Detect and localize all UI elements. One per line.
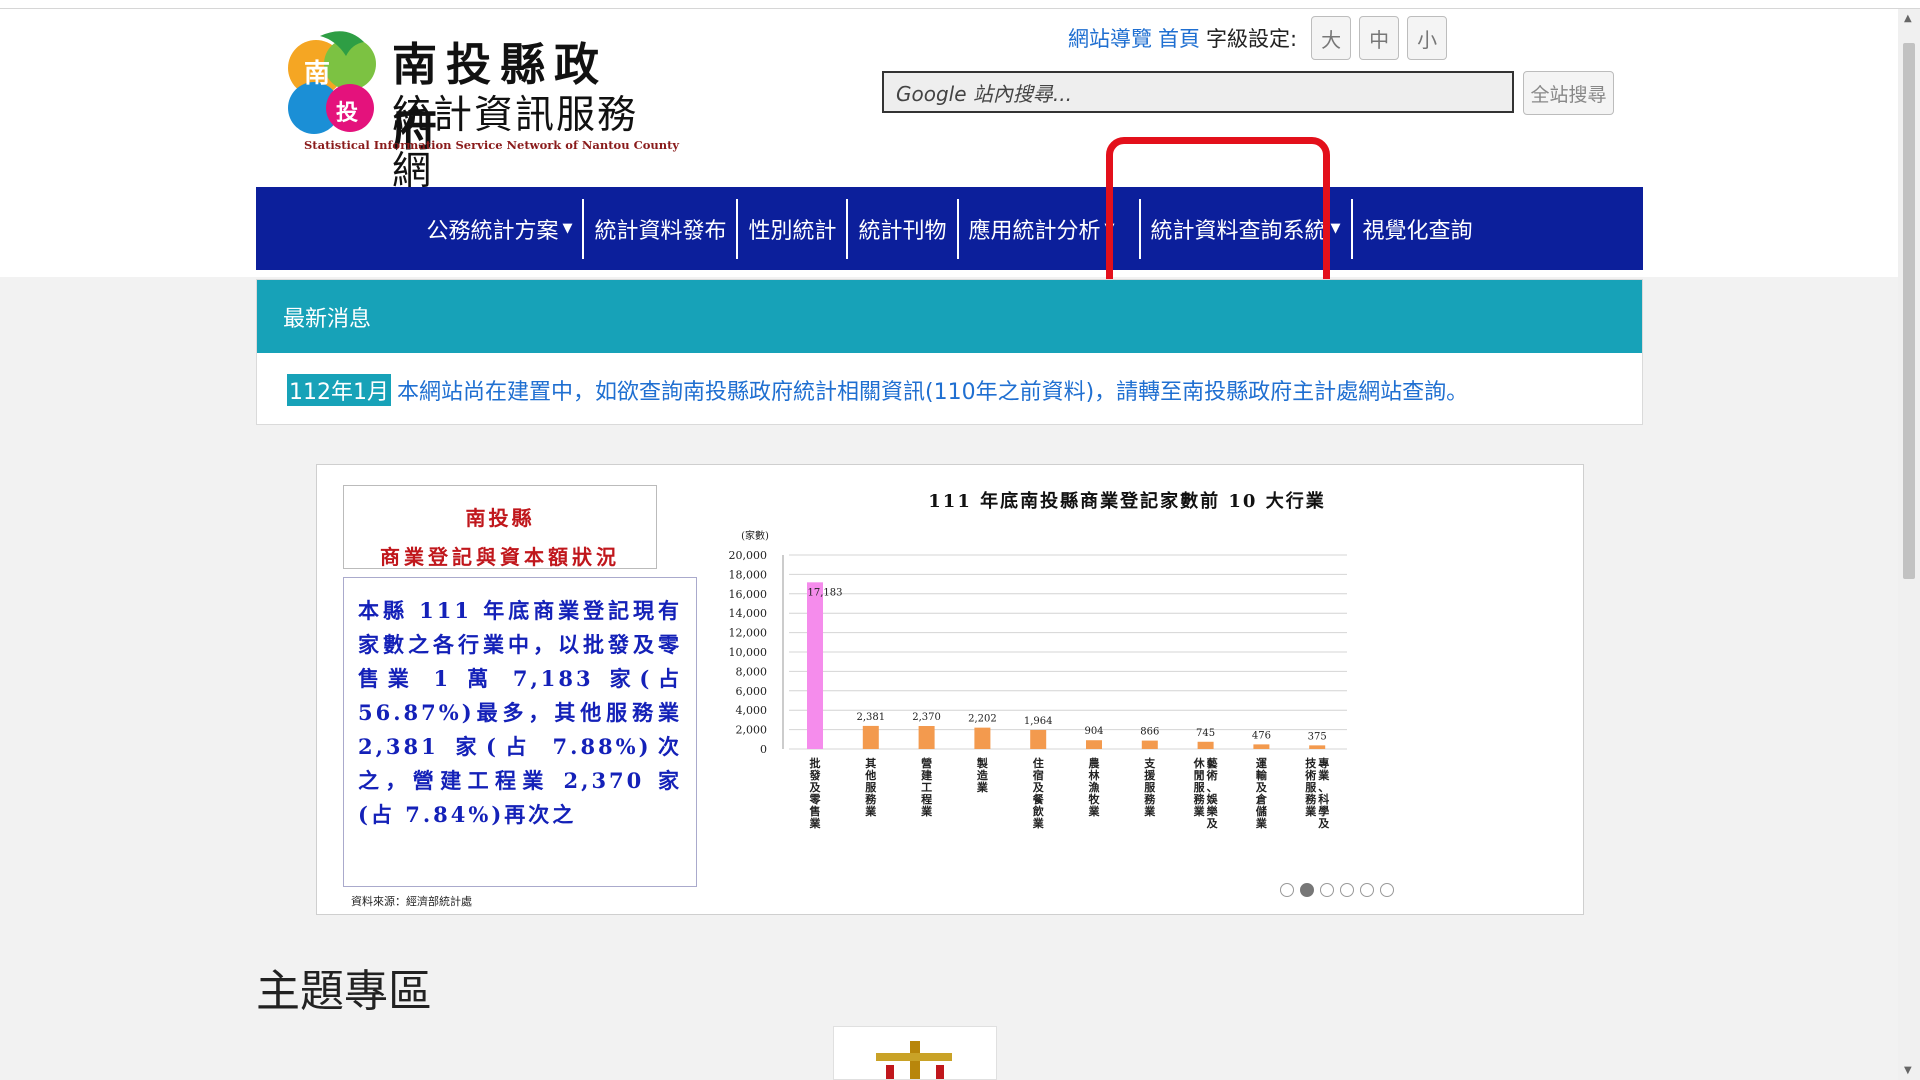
chart-bar — [1253, 744, 1270, 749]
bar-value-label: 2,370 — [912, 712, 941, 723]
nantou-emblem-icon: 南 投 — [288, 31, 376, 134]
news-link[interactable]: 本網站尚在建置中，如欲查詢南投縣政府統計相關資訊(110年之前資料)，請轉至南投… — [397, 374, 1468, 406]
chart-title: 111 年底南投縣商業登記家數前 10 大行業 — [928, 490, 1325, 512]
news-heading: 最新消息 — [257, 280, 1642, 353]
caret-down-icon: ▼ — [562, 221, 573, 236]
carousel-dot[interactable] — [1280, 883, 1294, 897]
nav-label: 視覺化查詢 — [1362, 218, 1473, 244]
nav-item-publications[interactable]: 統計刊物 — [848, 199, 956, 259]
x-tick-label: 農林漁牧業 — [1088, 756, 1101, 818]
bar-value-label: 904 — [1084, 726, 1103, 737]
y-tick-label: 8,000 — [736, 665, 768, 678]
carousel-dot[interactable] — [1320, 883, 1334, 897]
y-tick-label: 4,000 — [736, 704, 768, 717]
home-link[interactable]: 首頁 — [1158, 23, 1200, 53]
nav-label: 公務統計方案 — [426, 218, 559, 244]
nav-label: 統計資料發布 — [594, 218, 727, 244]
font-size-small-button[interactable]: 小 — [1407, 16, 1448, 60]
site-logo[interactable]: 南 投 南投縣政府 統計資訊服務網 Statistical Informatio… — [286, 14, 679, 194]
nav-label: 統計刊物 — [858, 218, 947, 244]
carousel-dot[interactable] — [1300, 883, 1314, 897]
chart-bar — [1197, 741, 1214, 749]
banner-title-county: 南投縣 — [465, 506, 535, 530]
nav-item-data-release[interactable]: 統計資料發布 — [584, 199, 736, 259]
carousel-dot[interactable] — [1380, 883, 1394, 897]
carousel-banner[interactable]: 南投縣 商業登記與資本額狀況 本縣 111 年底商業登記現有家數之各行業中，以批… — [316, 464, 1584, 915]
chart-bar — [862, 725, 879, 749]
nav-label: 應用統計分析 — [968, 218, 1101, 244]
theme-card-image-icon — [876, 1041, 952, 1079]
site-search-button[interactable]: 全站搜尋 — [1523, 71, 1614, 115]
chart-bar — [974, 727, 991, 749]
x-tick-label: 其他服務業 — [864, 756, 877, 818]
y-tick-label: 20,000 — [729, 549, 768, 562]
scroll-thumb[interactable] — [1903, 43, 1915, 579]
chart-bar — [1309, 745, 1326, 749]
y-tick-label: 16,000 — [729, 588, 768, 601]
font-size-large-button[interactable]: 大 — [1311, 16, 1352, 60]
theme-card[interactable] — [833, 1026, 997, 1080]
y-tick-label: 6,000 — [736, 685, 768, 698]
chart-bar — [807, 582, 823, 749]
nav-item-official-statistics[interactable]: 公務統計方案 ▼ — [416, 199, 582, 259]
nav-item-applied-analysis[interactable]: 應用統計分析 ▼ — [959, 199, 1125, 259]
caret-down-icon: ▼ — [1330, 221, 1341, 236]
site-search-input[interactable]: Google 站內搜尋... — [882, 71, 1514, 113]
svg-text:投: 投 — [336, 100, 358, 126]
font-size-medium-button[interactable]: 中 — [1359, 16, 1400, 60]
bar-value-label: 745 — [1196, 728, 1215, 739]
carousel-dot[interactable] — [1340, 883, 1354, 897]
x-tick-label: 運輸及倉儲業 — [1255, 757, 1268, 830]
sitemap-link[interactable]: 網站導覽 — [1068, 23, 1152, 53]
x-tick-label: 住宿及餐飲業 — [1032, 756, 1045, 830]
x-tick-label: 支援服務業 — [1143, 756, 1156, 818]
y-tick-label: 12,000 — [729, 627, 768, 640]
nav-label: 性別統計 — [748, 218, 837, 244]
banner-title-topic: 商業登記與資本額狀況 — [380, 545, 620, 569]
main-nav: 公務統計方案 ▼ 統計資料發布 性別統計 統計刊物 應用統計分析 ▼ 統計資料查詢系… — [256, 187, 1643, 270]
logo-subtitle: Statistical Information Service Network … — [304, 138, 680, 152]
carousel-indicators — [1280, 883, 1394, 897]
banner-source: 資料來源：經濟部統計處 — [351, 895, 472, 908]
bar-value-label: 1,964 — [1024, 716, 1053, 727]
news-item: 112年1月 本網站尚在建置中，如欲查詢南投縣政府統計相關資訊(110年之前資料… — [257, 353, 1642, 426]
y-tick-label: 0 — [760, 743, 767, 756]
x-tick-label: 營建工程業 — [920, 756, 933, 818]
chart-y-axis-label: (家數) — [741, 529, 769, 542]
bar-value-label: 2,202 — [968, 714, 997, 725]
scroll-up-arrow-icon[interactable]: ▲ — [1904, 13, 1912, 24]
bar-value-label: 476 — [1252, 730, 1271, 741]
chart-bar — [1141, 740, 1158, 749]
chart-bar — [1030, 729, 1047, 749]
banner-left-title: 南投縣 商業登記與資本額狀況 — [343, 485, 657, 569]
x-tick-label: 專業、科學及技術服務業 — [1304, 756, 1330, 830]
bar-value-label: 2,381 — [856, 712, 885, 723]
y-tick-label: 14,000 — [729, 607, 768, 620]
y-tick-label: 10,000 — [729, 646, 768, 659]
chart-bar — [918, 726, 935, 749]
news-panel: 最新消息 112年1月 本網站尚在建置中，如欲查詢南投縣政府統計相關資訊(110… — [256, 279, 1643, 425]
bar-value-label: 17,183 — [808, 587, 843, 598]
browser-top-strip — [0, 0, 1920, 9]
x-tick-label: 批發及零售業 — [809, 756, 822, 830]
nav-item-visual-query[interactable]: 視覺化查詢 — [1353, 199, 1483, 259]
nav-item-gender-statistics[interactable]: 性別統計 — [738, 199, 846, 259]
x-tick-label: 製造業 — [976, 756, 989, 794]
banner-summary-text: 本縣 111 年底商業登記現有家數之各行業中，以批發及零售業 1 萬 7,183… — [343, 577, 697, 887]
carousel-dot[interactable] — [1360, 883, 1374, 897]
scroll-down-arrow-icon[interactable]: ▼ — [1904, 1065, 1912, 1076]
page-scrollbar[interactable]: ▲ ▼ — [1898, 9, 1920, 1080]
svg-text:南: 南 — [304, 59, 330, 89]
y-tick-label: 18,000 — [729, 568, 768, 581]
bar-value-label: 375 — [1308, 731, 1327, 742]
section-title: 主題專區 — [256, 966, 432, 1017]
top-utility-links: 網站導覽 首頁 字級設定: 大 中 小 — [1068, 16, 1448, 60]
font-size-label: 字級設定: — [1206, 27, 1298, 51]
chart-bar — [1086, 740, 1102, 749]
bar-value-label: 866 — [1140, 727, 1159, 738]
news-date: 112年1月 — [287, 373, 391, 406]
bar-chart: 111 年底南投縣商業登記家數前 10 大行業 (家數) 0 2,000 4,000… — [729, 490, 1347, 830]
x-tick-label: 藝術、娛樂及休閒服務業 — [1193, 756, 1219, 830]
y-tick-label: 2,000 — [736, 724, 768, 737]
